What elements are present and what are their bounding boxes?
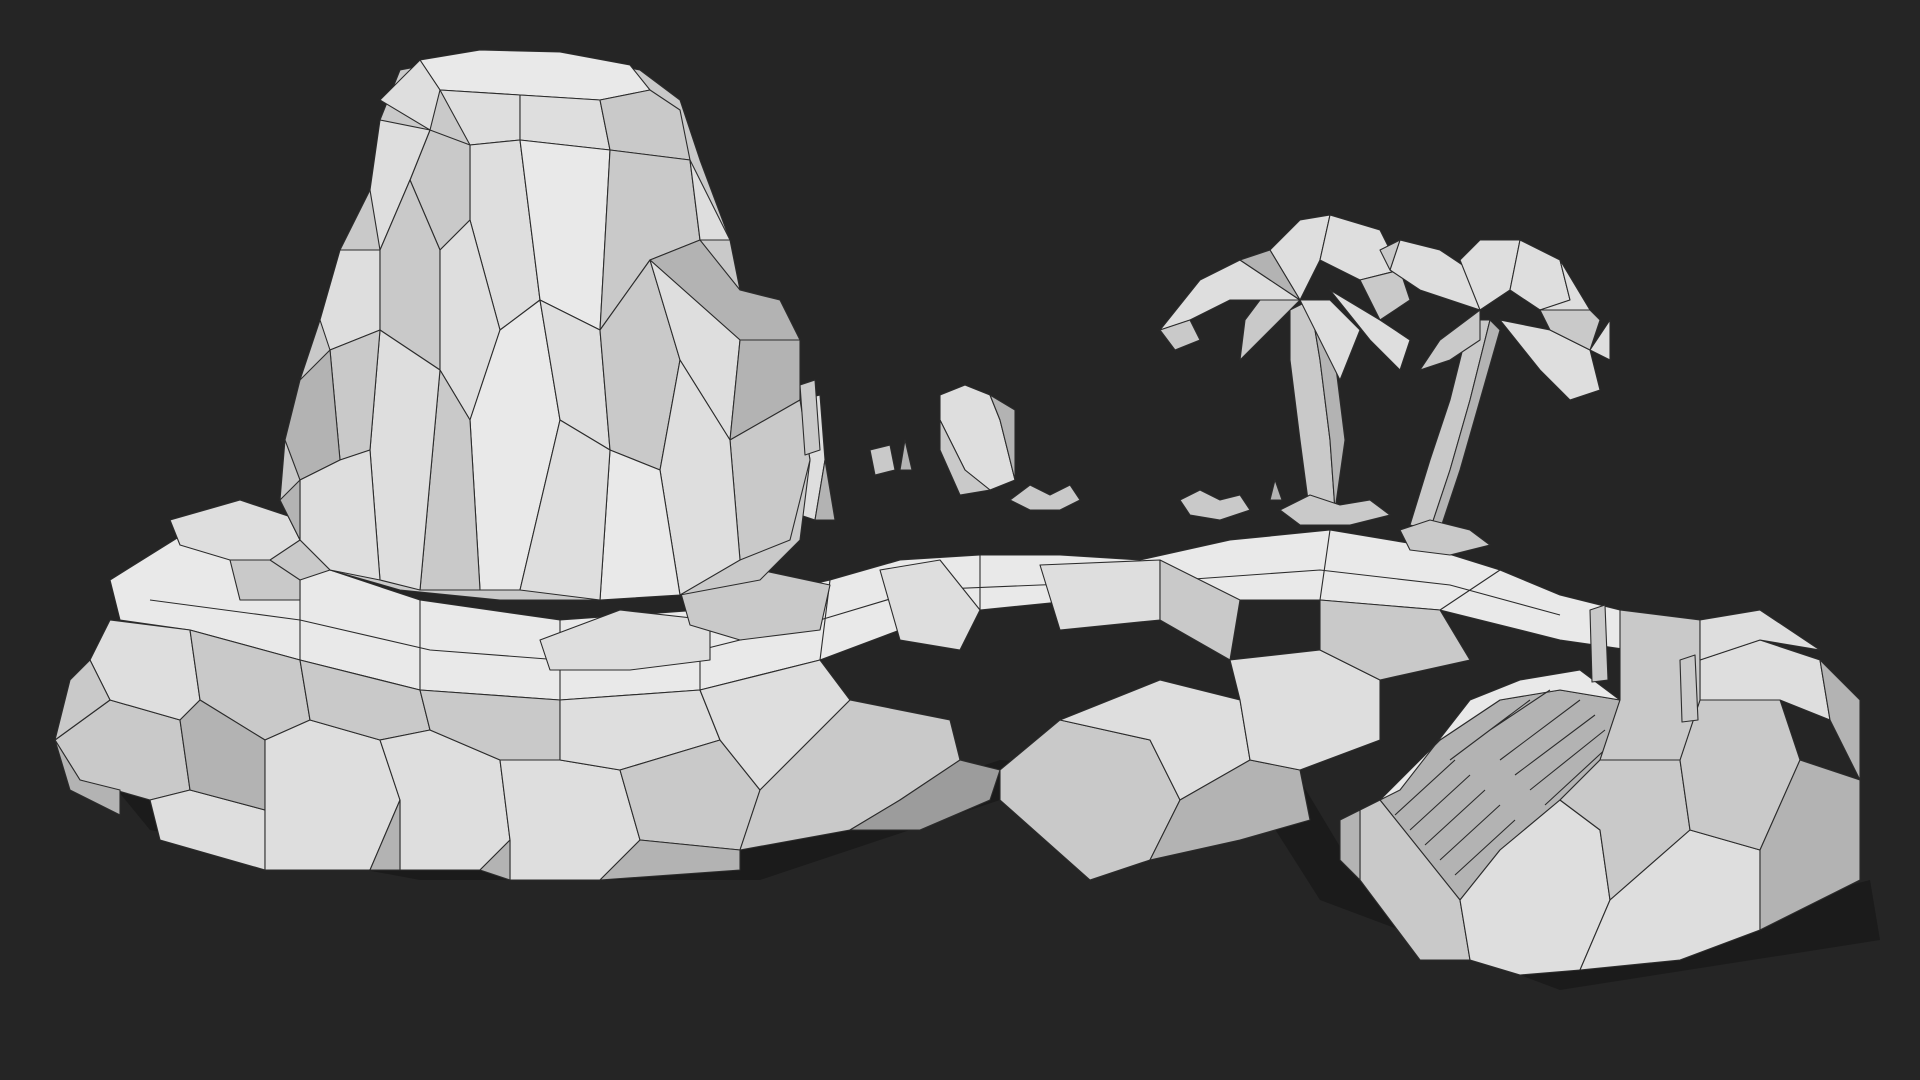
palm-tree-right (1379, 239, 1611, 556)
volcano-rock (269, 49, 821, 601)
island-wireframe-render (54, 49, 1880, 990)
right-lobe (999, 599, 1861, 976)
palm-tree-left (1159, 214, 1411, 526)
render-viewport (0, 0, 1920, 1080)
